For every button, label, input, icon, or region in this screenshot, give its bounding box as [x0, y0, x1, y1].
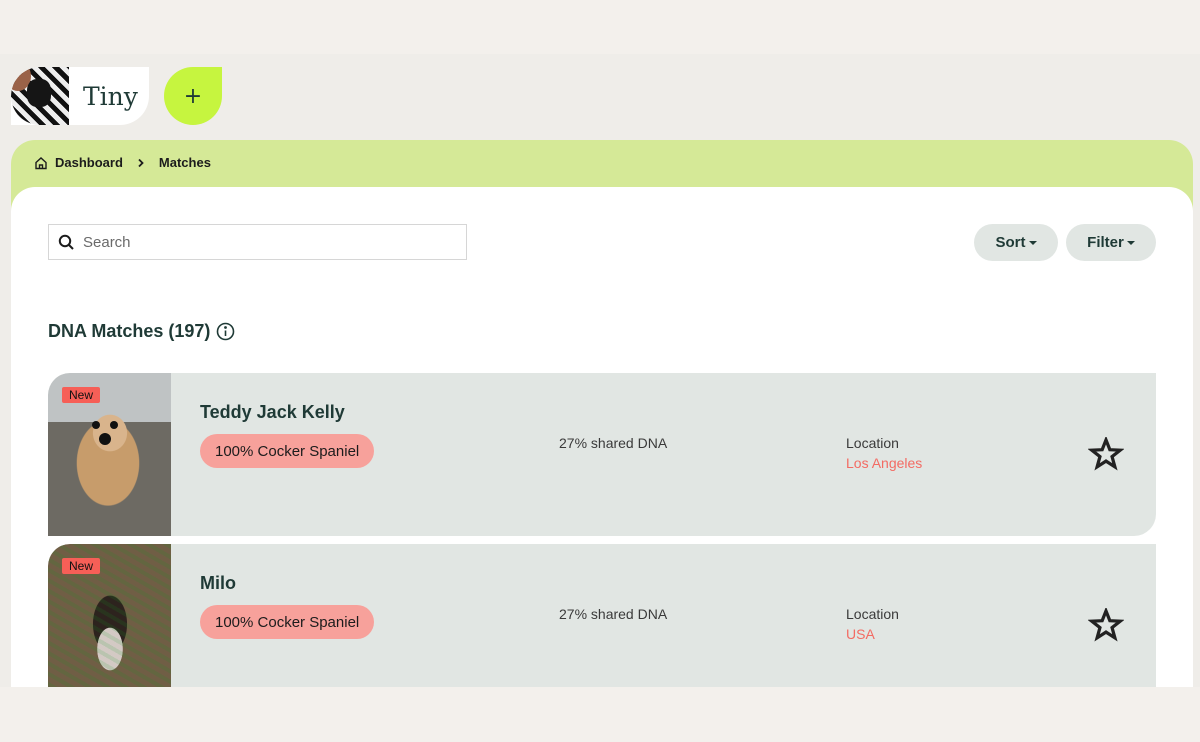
location-value: Los Angeles: [846, 455, 923, 471]
caret-down-icon: [1028, 241, 1037, 245]
favorite-button[interactable]: [1087, 606, 1125, 644]
filter-label: Filter: [1087, 234, 1124, 251]
match-name[interactable]: Milo: [200, 573, 236, 594]
match-card[interactable]: New Milo 100% Cocker Spaniel 27% shared …: [48, 544, 1156, 687]
dog-photo: New: [48, 544, 171, 687]
profile-switcher[interactable]: Tiny: [11, 67, 149, 125]
sort-label: Sort: [995, 234, 1026, 251]
match-card[interactable]: New Teddy Jack Kelly 100% Cocker Spaniel…: [48, 373, 1156, 536]
add-profile-button[interactable]: +: [164, 67, 222, 125]
search-field[interactable]: [48, 224, 467, 260]
location-label: Location: [846, 435, 899, 451]
search-icon: [58, 234, 75, 251]
avatar: [11, 67, 69, 125]
shared-dna: 27% shared DNA: [559, 435, 668, 451]
new-badge: New: [62, 387, 101, 403]
filter-button[interactable]: Filter: [1066, 224, 1156, 261]
bottom-margin: [0, 687, 1200, 742]
info-icon[interactable]: [216, 322, 235, 341]
main-panel: Dashboard Matches Sort: [11, 140, 1193, 687]
plus-icon: +: [183, 83, 203, 109]
star-icon: [1088, 437, 1124, 471]
breadcrumb: Dashboard Matches: [34, 155, 211, 170]
match-name[interactable]: Teddy Jack Kelly: [200, 402, 345, 423]
home-icon: [34, 156, 48, 170]
profile-name: Tiny: [83, 81, 138, 111]
section-title: DNA Matches (197): [48, 321, 235, 342]
location-value: USA: [846, 626, 875, 642]
section-title-text: DNA Matches (197): [48, 321, 211, 341]
app-area: Tiny + Dashboard Matches Search Sort Fil…: [0, 54, 1200, 687]
matches-content: Sort Filter DNA Matches (197): [11, 187, 1193, 687]
caret-down-icon: [1126, 241, 1135, 245]
top-margin: [0, 0, 1200, 54]
breadcrumb-dashboard-link[interactable]: Dashboard: [55, 155, 123, 170]
dog-photo: New: [48, 373, 171, 536]
favorite-button[interactable]: [1087, 435, 1125, 473]
breed-badge: 100% Cocker Spaniel: [200, 605, 375, 639]
breadcrumb-current: Matches: [158, 155, 211, 170]
sort-button[interactable]: Sort: [974, 224, 1058, 261]
chevron-right-icon: [137, 158, 145, 168]
new-badge: New: [62, 558, 101, 574]
search-input[interactable]: [83, 233, 463, 251]
breed-badge: 100% Cocker Spaniel: [200, 434, 375, 468]
shared-dna: 27% shared DNA: [559, 606, 668, 622]
star-icon: [1088, 608, 1124, 642]
location-label: Location: [846, 606, 899, 622]
